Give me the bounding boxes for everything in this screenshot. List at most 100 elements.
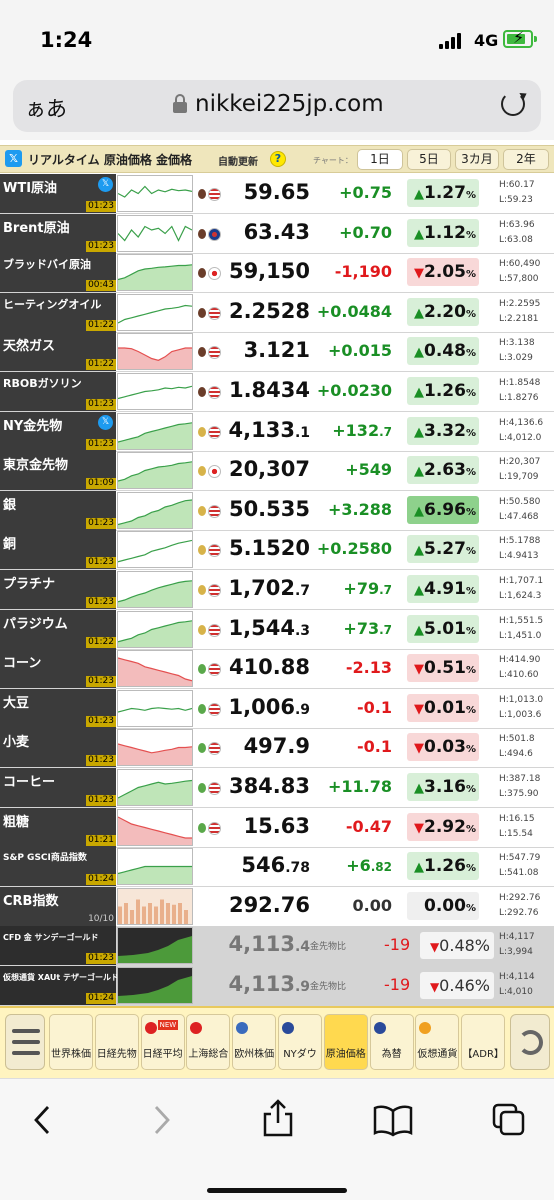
refresh-icon[interactable] xyxy=(510,1014,550,1070)
x-share-icon[interactable]: 𝕏 xyxy=(98,414,113,430)
price-main: 5.1520 xyxy=(228,536,310,561)
percent-change-badge: ▼2.92% xyxy=(407,812,479,841)
table-row[interactable]: 粗糖 01:21 15.63 -0.47 ▼2.92% H:16.15 L:15.54 xyxy=(0,807,554,848)
nav-item[interactable]: 【ADR】 xyxy=(461,1014,506,1070)
table-row[interactable]: 天然ガス 01:22 3.121 +0.015 ▲0.48% H:3.138 L:3.029 xyxy=(0,332,554,373)
instrument-name-cell[interactable]: S&P GSCI商品指数 01:24 xyxy=(0,847,116,887)
nav-item[interactable]: 仮想通貨 xyxy=(415,1014,460,1070)
tab-2y[interactable]: 2年 xyxy=(503,149,549,170)
sparkline-chart[interactable] xyxy=(117,967,193,1004)
bookmarks-icon[interactable] xyxy=(373,1103,413,1137)
nav-item[interactable]: NEW 日経平均 xyxy=(140,1014,185,1070)
instrument-name-cell[interactable]: プラチナ 01:23 xyxy=(0,570,116,609)
percent-unit: % xyxy=(465,546,476,558)
sparkline-chart[interactable] xyxy=(117,373,193,410)
instrument-name-cell[interactable]: パラジウム 01:22 xyxy=(0,609,116,649)
table-row[interactable]: パラジウム 01:22 1,544.3 +73.7 ▲5.01% H:1,551.5 L:1… xyxy=(0,609,554,650)
table-row[interactable]: コーヒー 01:23 384.83 +11.78 ▲3.16% H:387.18 L:375… xyxy=(0,768,554,808)
sparkline-chart[interactable] xyxy=(117,927,193,965)
high-value: H:1,551.5 xyxy=(499,615,544,626)
sparkline-chart[interactable] xyxy=(117,491,193,529)
instrument-name-cell[interactable]: 粗糖 01:21 xyxy=(0,807,116,847)
table-row[interactable]: CRB指数 10/10 292.76 0.00 0.00% H:292.76 L:292.7… xyxy=(0,886,554,927)
table-row[interactable]: RBOBガソリン 01:23 1.8434 +0.0230 ▲1.26% H:1.8548… xyxy=(0,372,554,412)
sparkline-chart[interactable] xyxy=(117,175,193,212)
instrument-name-cell[interactable]: ブラッドバイ原油 00:43 xyxy=(0,253,116,293)
sparkline-chart[interactable] xyxy=(117,848,193,886)
share-icon[interactable] xyxy=(262,1099,294,1137)
help-icon[interactable]: ? xyxy=(270,151,286,167)
nav-item[interactable]: 為替 xyxy=(369,1014,414,1070)
table-row[interactable]: ブラッドバイ原油 00:43 59,150 -1,190 ▼2.05% H:60,490 L… xyxy=(0,253,554,294)
table-row[interactable]: Brent原油 01:23 63.43 +0.70 ▲1.12% H:63.96 L:63.… xyxy=(0,213,554,254)
sparkline-chart[interactable] xyxy=(117,689,193,727)
sparkline-chart[interactable] xyxy=(117,254,193,292)
sparkline-chart[interactable] xyxy=(117,808,193,846)
sparkline-chart[interactable] xyxy=(117,769,193,806)
x-share-icon[interactable]: 𝕏 xyxy=(98,177,113,192)
nav-item[interactable]: 世界株価 xyxy=(49,1014,93,1070)
tab-1d[interactable]: 1日 xyxy=(357,149,403,170)
tabs-icon[interactable] xyxy=(492,1103,526,1137)
sparkline-chart[interactable] xyxy=(117,452,193,490)
sparkline-chart[interactable] xyxy=(117,412,193,450)
table-row[interactable]: NY金先物 𝕏 01:23 4,133.1 +132.7 ▲3.32% H:4,136.6 L… xyxy=(0,411,554,452)
address-bar[interactable]: ぁあ nikkei225jp.com xyxy=(13,80,541,132)
forward-icon[interactable] xyxy=(150,1103,174,1137)
url-host[interactable]: nikkei225jp.com xyxy=(195,91,384,117)
tab-3m[interactable]: 3カ月 xyxy=(455,149,499,170)
nav-item[interactable]: 上海総合 xyxy=(186,1014,231,1070)
table-row[interactable]: 銅 01:23 5.1520 +0.2580 ▲5.27% H:5.1788 L:4.941… xyxy=(0,530,554,571)
cfd-row[interactable]: CFD 金 サンデーゴールド 01:23 4,113.4 金先物比 -19 ▼0.48% H… xyxy=(0,926,554,967)
instrument-name-cell[interactable]: コーン 01:23 xyxy=(0,649,116,689)
instrument-name: 仮想通貨 XAUt テザーゴールド xyxy=(3,973,120,982)
instrument-name-cell[interactable]: CFD 金 サンデーゴールド 01:23 xyxy=(0,926,116,966)
back-icon[interactable] xyxy=(30,1103,54,1137)
instrument-name-cell[interactable]: NY金先物 𝕏 01:23 xyxy=(0,411,116,451)
instrument-name-cell[interactable]: WTI原油 𝕏 01:23 xyxy=(0,174,116,213)
change-value: +79.7 xyxy=(343,579,392,598)
sparkline-chart[interactable] xyxy=(117,610,193,648)
instrument-name-cell[interactable]: 小麦 01:23 xyxy=(0,728,116,768)
nav-item[interactable]: 原油価格 xyxy=(323,1014,368,1070)
table-row[interactable]: コーン 01:23 410.88 -2.13 ▼0.51% H:414.90 L:410.6… xyxy=(0,649,554,690)
instrument-name-cell[interactable]: 銀 01:23 xyxy=(0,490,116,530)
table-row[interactable]: プラチナ 01:23 1,702.7 +79.7 ▲4.91% H:1,707.1 L:1,… xyxy=(0,570,554,610)
instrument-name-cell[interactable]: 大豆 01:23 xyxy=(0,688,116,728)
table-row[interactable]: 東京金先物 01:09 20,307 +549 ▲2.63% H:20,307 L:19,7… xyxy=(0,451,554,492)
sparkline-chart[interactable] xyxy=(117,887,193,925)
instrument-name-cell[interactable]: 東京金先物 01:09 xyxy=(0,451,116,491)
table-row[interactable]: S&P GSCI商品指数 01:24 546.78 +6.82 ▲1.26% H:547.… xyxy=(0,847,554,888)
table-row[interactable]: 小麦 01:23 497.9 -0.1 ▼0.03% H:501.8 L:494.6 xyxy=(0,728,554,769)
x-logo-icon[interactable]: 𝕏 xyxy=(5,150,22,167)
high-low: H:16.15 L:15.54 xyxy=(499,812,535,842)
instrument-name-cell[interactable]: RBOBガソリン 01:23 xyxy=(0,372,116,411)
sparkline-chart[interactable] xyxy=(117,650,193,688)
hamburger-menu-icon[interactable] xyxy=(5,1014,45,1070)
sparkline-chart[interactable] xyxy=(117,531,193,569)
instrument-name-cell[interactable]: CRB指数 10/10 xyxy=(0,886,116,926)
cfd-row[interactable]: 仮想通貨 XAUt テザーゴールド 01:24 4,113.9 金先物比 -19 ▼0.4… xyxy=(0,966,554,1006)
sparkline-chart[interactable] xyxy=(117,293,193,331)
sparkline-chart[interactable] xyxy=(117,333,193,371)
instrument-name-cell[interactable]: ヒーティングオイル 01:22 xyxy=(0,292,116,332)
auto-update-label[interactable]: 自動更新 xyxy=(218,153,258,168)
table-row[interactable]: WTI原油 𝕏 01:23 59.65 +0.75 ▲1.27% H:60.17 L:59.2… xyxy=(0,174,554,214)
nav-item[interactable]: 日経先物 xyxy=(94,1014,139,1070)
sparkline-chart[interactable] xyxy=(117,729,193,767)
instrument-name-cell[interactable]: コーヒー 01:23 xyxy=(0,768,116,807)
text-size-button[interactable]: ぁあ xyxy=(25,93,67,123)
reload-icon[interactable] xyxy=(501,92,525,116)
instrument-name-cell[interactable]: Brent原油 01:23 xyxy=(0,213,116,253)
table-row[interactable]: 大豆 01:23 1,006.9 -0.1 ▼0.01% H:1,013.0 L:1,003… xyxy=(0,688,554,729)
tab-5d[interactable]: 5日 xyxy=(407,149,451,170)
sparkline-chart[interactable] xyxy=(117,214,193,252)
sparkline-chart[interactable] xyxy=(117,571,193,608)
table-row[interactable]: 銀 01:23 50.535 +3.288 ▲6.96% H:50.580 L:47.468 xyxy=(0,490,554,531)
instrument-name-cell[interactable]: 天然ガス 01:22 xyxy=(0,332,116,372)
nav-item[interactable]: 欧州株価 xyxy=(232,1014,277,1070)
instrument-name-cell[interactable]: 銅 01:23 xyxy=(0,530,116,570)
instrument-name-cell[interactable]: 仮想通貨 XAUt テザーゴールド 01:24 xyxy=(0,966,120,1005)
table-row[interactable]: ヒーティングオイル 01:22 2.2528 +0.0484 ▲2.20% H:2.259… xyxy=(0,292,554,333)
nav-item[interactable]: NYダウ xyxy=(278,1014,322,1070)
